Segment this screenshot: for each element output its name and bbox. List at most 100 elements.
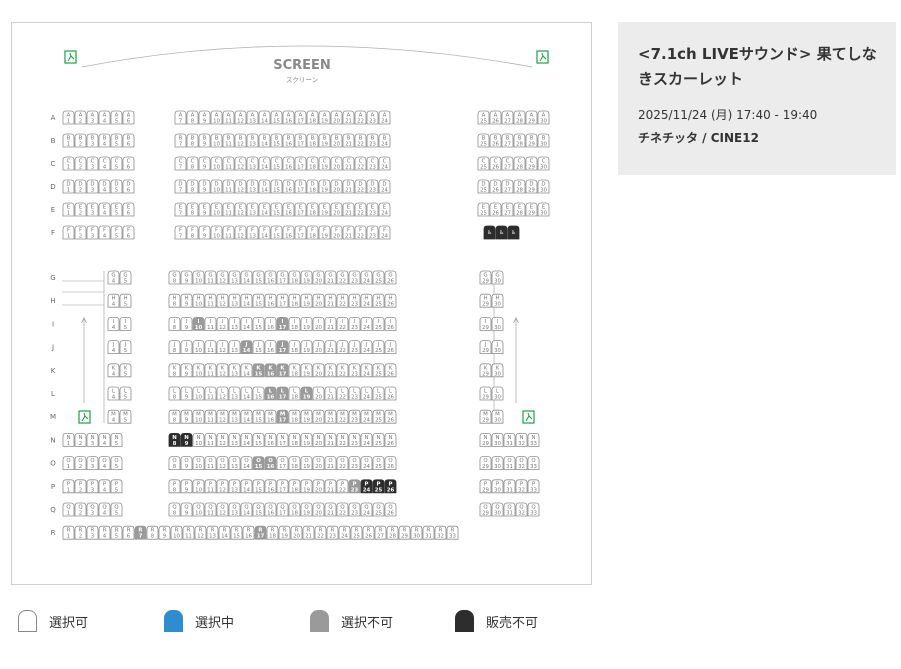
- seat-I22[interactable]: I22: [336, 317, 349, 331]
- seat-E15[interactable]: E15: [270, 202, 283, 217]
- seat-I18[interactable]: I18: [288, 317, 301, 331]
- seat-J19[interactable]: J19: [300, 340, 313, 355]
- seat-A23[interactable]: A23: [366, 110, 379, 125]
- seat-C10[interactable]: C10: [210, 156, 223, 171]
- seat-K10[interactable]: K10: [192, 363, 205, 378]
- seat-M18[interactable]: M18: [288, 409, 301, 424]
- seat-N25[interactable]: N25: [372, 433, 385, 447]
- seat-R18[interactable]: R18: [266, 525, 279, 540]
- seat-Q1[interactable]: Q1: [62, 502, 75, 517]
- seat-E20[interactable]: E20: [330, 202, 343, 217]
- seat-D11[interactable]: D11: [222, 179, 235, 194]
- seat-E28[interactable]: E28: [513, 202, 526, 217]
- seat-Q9[interactable]: Q9: [180, 502, 193, 517]
- seat-O1[interactable]: O1: [62, 456, 75, 471]
- seat-A14[interactable]: A14: [258, 110, 271, 125]
- seat-K30[interactable]: K30: [491, 363, 504, 378]
- seat-C28[interactable]: C28: [513, 156, 526, 171]
- seat-R25[interactable]: R25: [350, 525, 363, 540]
- seat-C17[interactable]: C17: [294, 156, 307, 171]
- seat-L11[interactable]: L11: [204, 386, 217, 401]
- seat-M8[interactable]: M8: [168, 409, 181, 424]
- seat-A8[interactable]: A8: [186, 110, 199, 125]
- seat-G19[interactable]: G19: [300, 270, 313, 285]
- seat-J25[interactable]: J25: [372, 340, 385, 355]
- seat-M14[interactable]: M14: [240, 409, 253, 424]
- seat-N5[interactable]: N5: [110, 433, 123, 447]
- seat-M5[interactable]: M5: [119, 409, 132, 424]
- seat-L5[interactable]: L5: [119, 386, 132, 401]
- seat-R29[interactable]: R29: [398, 525, 411, 540]
- seat-O19[interactable]: O19: [300, 456, 313, 471]
- seat-J22[interactable]: J22: [336, 340, 349, 355]
- seat-C20[interactable]: C20: [330, 156, 343, 171]
- seat-A19[interactable]: A19: [318, 110, 331, 125]
- seat-Q12[interactable]: Q12: [216, 502, 229, 517]
- seat-O2[interactable]: O2: [74, 456, 87, 471]
- seat-Q11[interactable]: Q11: [204, 502, 217, 517]
- seat-E26[interactable]: E26: [489, 202, 502, 217]
- seat-B18[interactable]: B18: [306, 133, 319, 148]
- seat-B11[interactable]: B11: [222, 133, 235, 148]
- seat-K25[interactable]: K25: [372, 363, 385, 378]
- seat-F2[interactable]: F2: [74, 225, 87, 240]
- seat-G24[interactable]: G24: [360, 270, 373, 285]
- seat-H30[interactable]: H30: [491, 293, 504, 308]
- seat-D15[interactable]: D15: [270, 179, 283, 194]
- seat-C12[interactable]: C12: [234, 156, 247, 171]
- seat-A17[interactable]: A17: [294, 110, 307, 125]
- seat-B2[interactable]: B2: [74, 133, 87, 148]
- seat-N21[interactable]: N21: [324, 433, 337, 447]
- seat-E23[interactable]: E23: [366, 202, 379, 217]
- seat-N2[interactable]: N2: [74, 433, 87, 447]
- seat-E5[interactable]: E5: [110, 202, 123, 217]
- seat-B29[interactable]: B29: [525, 133, 538, 148]
- seat-P11[interactable]: P11: [204, 479, 217, 494]
- seat-M29[interactable]: M29: [479, 409, 492, 424]
- seat-L14[interactable]: L14: [240, 386, 253, 401]
- seat-R27[interactable]: R27: [374, 525, 387, 540]
- seat-E11[interactable]: E11: [222, 202, 235, 217]
- seat-L26[interactable]: L26: [384, 386, 397, 401]
- seat-D28[interactable]: D28: [513, 179, 526, 194]
- seat-Q8[interactable]: Q8: [168, 502, 181, 517]
- seat-E29[interactable]: E29: [525, 202, 538, 217]
- seat-Q30[interactable]: Q30: [491, 502, 504, 517]
- seat-E10[interactable]: E10: [210, 202, 223, 217]
- seat-R30[interactable]: R30: [410, 525, 423, 540]
- seat-I4[interactable]: I4: [107, 317, 120, 331]
- seat-N4[interactable]: N4: [98, 433, 111, 447]
- seat-B28[interactable]: B28: [513, 133, 526, 148]
- seat-P10[interactable]: P10: [192, 479, 205, 494]
- seat-R2[interactable]: R2: [74, 525, 87, 540]
- seat-M25[interactable]: M25: [372, 409, 385, 424]
- seat-I30[interactable]: I30: [491, 317, 504, 331]
- seat-Q15[interactable]: Q15: [252, 502, 265, 517]
- seat-R10[interactable]: R10: [170, 525, 183, 540]
- seat-M12[interactable]: M12: [216, 409, 229, 424]
- seat-N12[interactable]: N12: [216, 433, 229, 447]
- seat-I5[interactable]: I5: [119, 317, 132, 331]
- seat-R24[interactable]: R24: [338, 525, 351, 540]
- seat-L21[interactable]: L21: [324, 386, 337, 401]
- seat-I20[interactable]: I20: [312, 317, 325, 331]
- seat-C30[interactable]: C30: [537, 156, 550, 171]
- seat-I29[interactable]: I29: [479, 317, 492, 331]
- seat-H29[interactable]: H29: [479, 293, 492, 308]
- seat-K26[interactable]: K26: [384, 363, 397, 378]
- seat-J5[interactable]: J5: [119, 340, 132, 355]
- seat-D23[interactable]: D23: [366, 179, 379, 194]
- seat-P22[interactable]: P22: [336, 479, 349, 494]
- seat-C6[interactable]: C6: [122, 156, 135, 171]
- seat-R21[interactable]: R21: [302, 525, 315, 540]
- seat-M24[interactable]: M24: [360, 409, 373, 424]
- seat-Q18[interactable]: Q18: [288, 502, 301, 517]
- seat-L15[interactable]: L15: [252, 386, 265, 401]
- seat-A12[interactable]: A12: [234, 110, 247, 125]
- seat-O13[interactable]: O13: [228, 456, 241, 471]
- seat-C9[interactable]: C9: [198, 156, 211, 171]
- seat-L25[interactable]: L25: [372, 386, 385, 401]
- seat-R13[interactable]: R13: [206, 525, 219, 540]
- seat-R28[interactable]: R28: [386, 525, 399, 540]
- seat-B23[interactable]: B23: [366, 133, 379, 148]
